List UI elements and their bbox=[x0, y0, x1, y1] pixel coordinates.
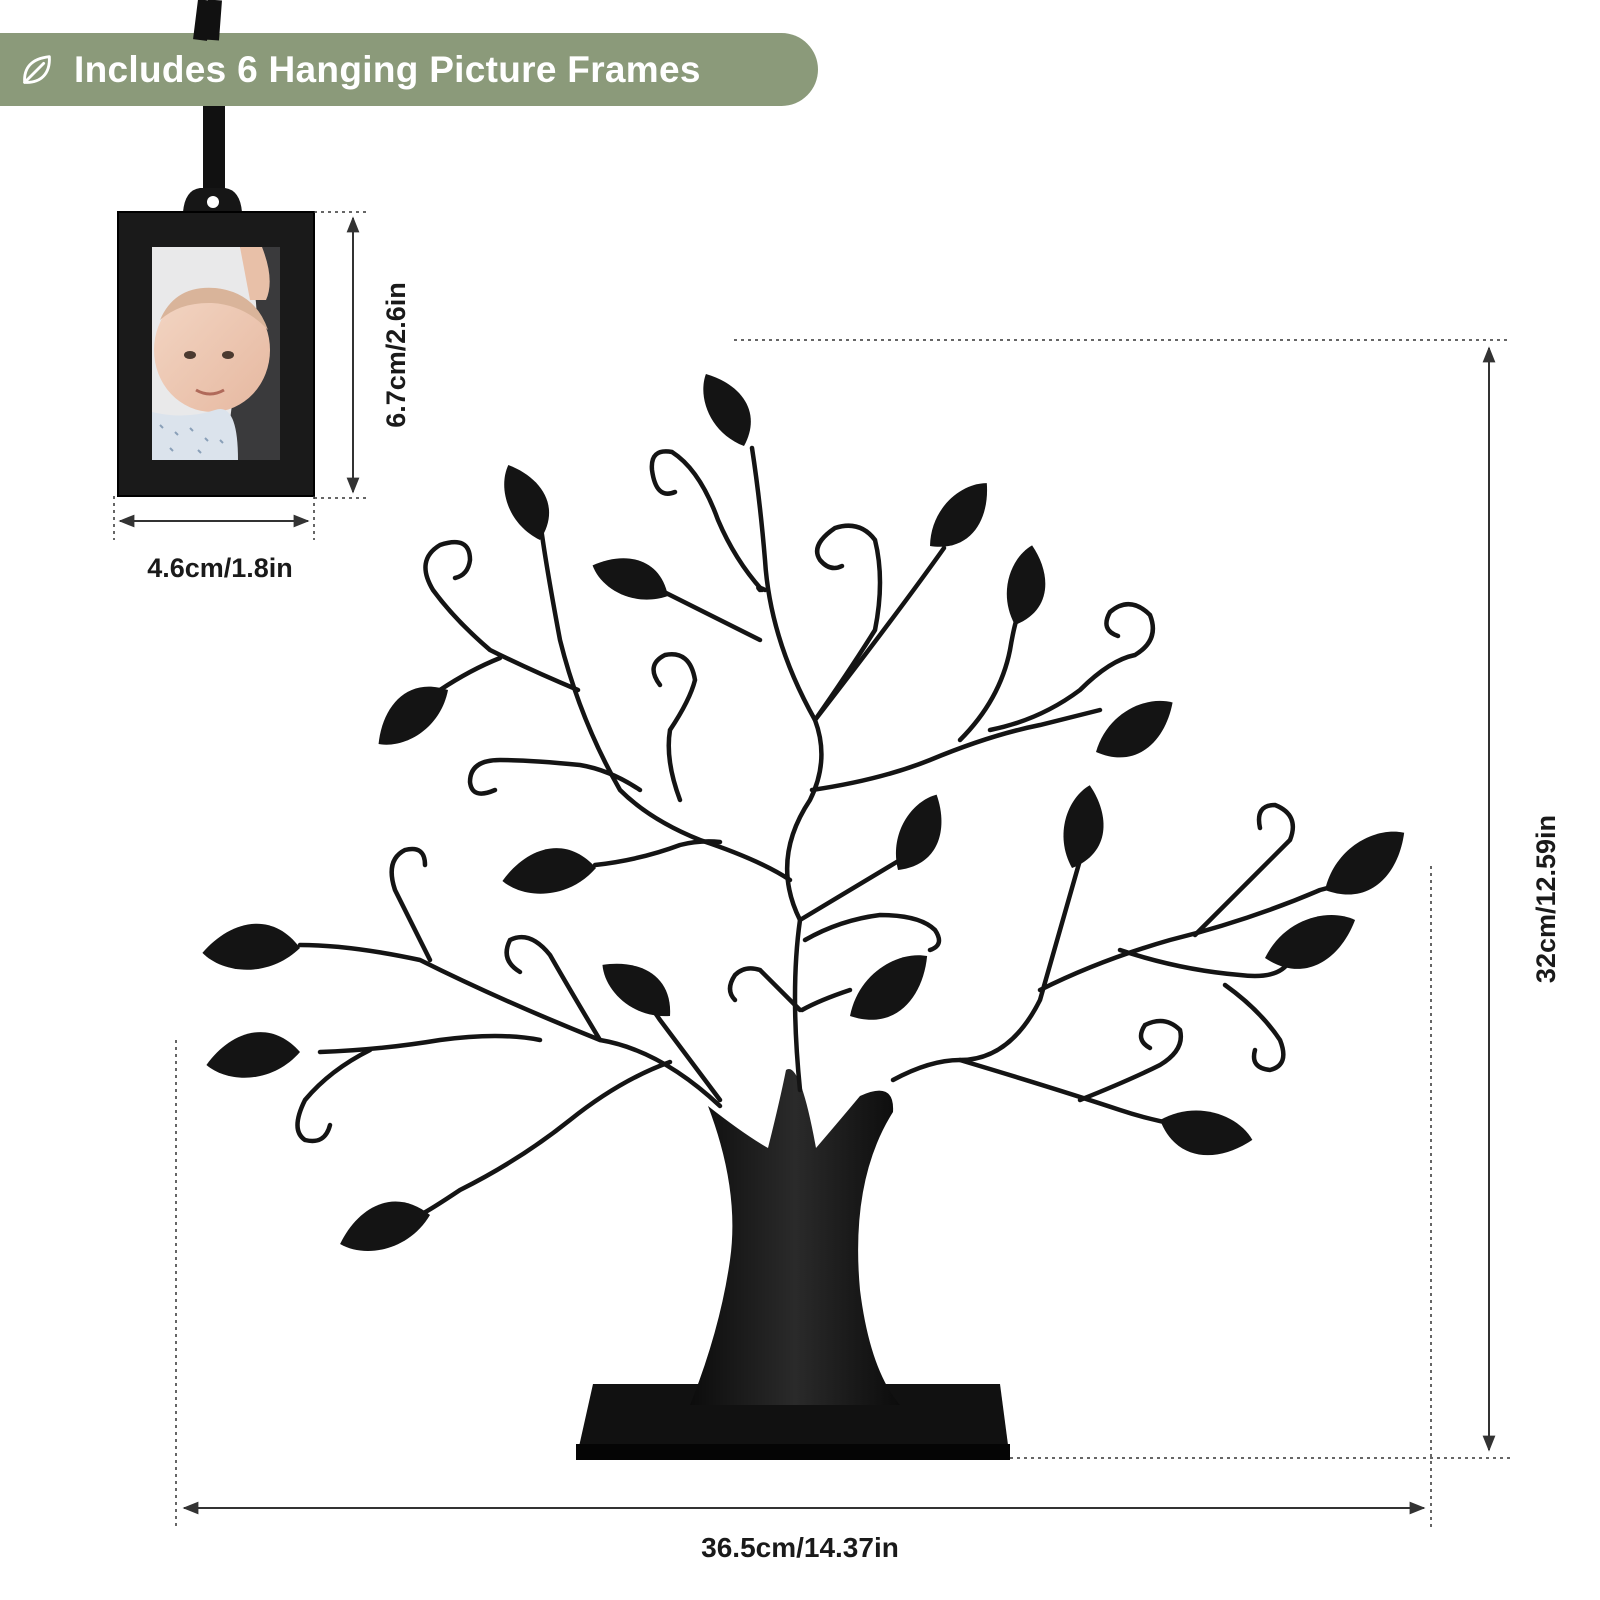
tree-branches bbox=[295, 445, 1353, 1218]
leaf bbox=[592, 558, 668, 600]
metal-tree bbox=[202, 374, 1405, 1460]
leaf bbox=[850, 955, 928, 1020]
baby-photo bbox=[152, 247, 280, 460]
leaf bbox=[602, 963, 671, 1017]
frame-height-label: 6.7cm/2.6in bbox=[381, 282, 411, 428]
leaf bbox=[1265, 915, 1356, 969]
leaf bbox=[504, 464, 550, 540]
leaf bbox=[930, 483, 988, 547]
leaf bbox=[502, 848, 596, 894]
leaf bbox=[206, 1032, 300, 1078]
leaf bbox=[703, 374, 751, 446]
frame-ribbon bbox=[193, 0, 222, 41]
hanging-picture-frame bbox=[117, 0, 315, 497]
leaf bbox=[202, 923, 300, 970]
frame-width-label: 4.6cm/1.8in bbox=[147, 553, 293, 583]
tree-height-label: 32cm/12.59in bbox=[1531, 814, 1561, 984]
tree-trunk bbox=[690, 1068, 900, 1405]
leaf bbox=[340, 1201, 430, 1252]
leaf bbox=[1063, 785, 1104, 868]
leaf bbox=[1160, 1110, 1253, 1156]
frame-ribbon-lower bbox=[203, 106, 225, 196]
leaf bbox=[1325, 831, 1405, 895]
leaf bbox=[1006, 545, 1046, 625]
leaf bbox=[1096, 700, 1173, 758]
product-illustration bbox=[113, 0, 1510, 1528]
tree-width-label: 36.5cm/14.37in bbox=[701, 1532, 899, 1563]
